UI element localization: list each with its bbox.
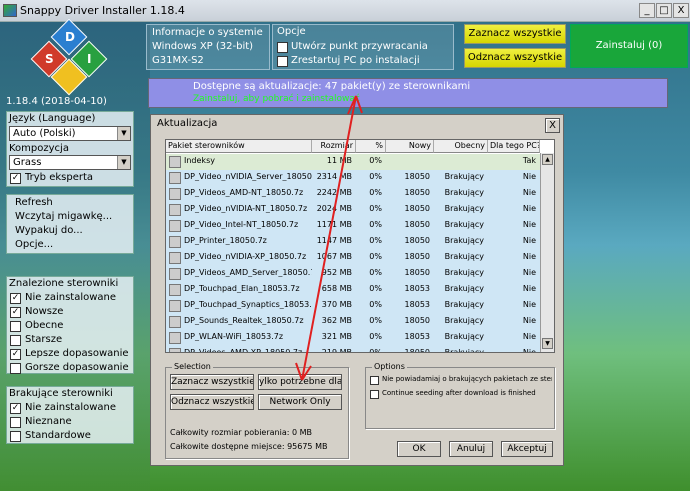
annotation-arrow: [295, 95, 363, 381]
